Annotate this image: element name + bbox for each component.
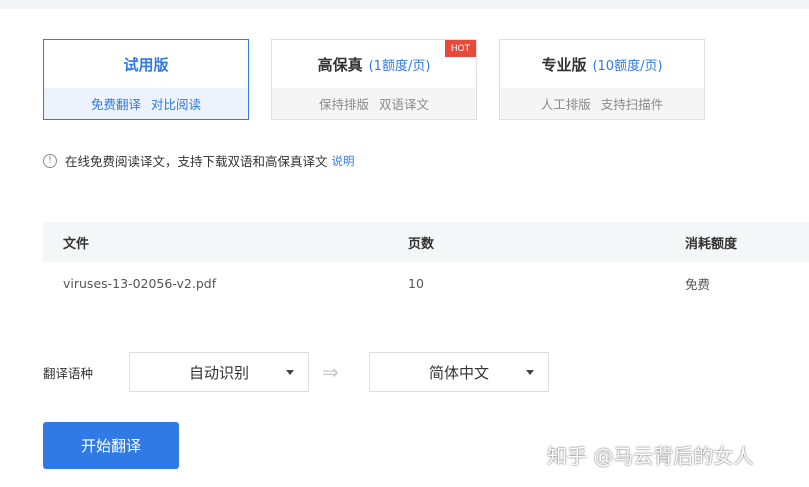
plan-features: 保持排版 双语译文 xyxy=(272,88,476,119)
column-header-credits: 消耗额度 xyxy=(685,236,738,252)
plan-features: 免费翻译 对比阅读 xyxy=(44,88,248,119)
plan-card-trial[interactable]: 试用版 免费翻译 对比阅读 xyxy=(43,39,249,120)
plan-feature: 人工排版 xyxy=(540,97,591,112)
language-label: 翻译语种 xyxy=(43,366,94,381)
source-language-select[interactable]: 自动识别 xyxy=(129,352,309,392)
page-count: 10 xyxy=(408,275,424,291)
plan-feature: 对比阅读 xyxy=(151,97,202,112)
file-name: viruses-13-02056-v2.pdf xyxy=(63,275,217,291)
plan-name: 高保真 xyxy=(317,55,363,74)
plan-feature: 免费翻译 xyxy=(90,97,141,112)
caret-down-icon xyxy=(286,370,294,375)
credit-cost: 免费 xyxy=(685,276,711,292)
plan-title: 试用版 xyxy=(44,40,248,88)
plan-title: 专业版 (10额度/页) xyxy=(500,40,704,88)
arrow-right-icon: ⇒ xyxy=(322,360,339,384)
table-header: 文件 页数 消耗额度 xyxy=(43,222,809,262)
plan-name: 试用版 xyxy=(123,55,169,74)
plan-features: 人工排版 支持扫描件 xyxy=(500,88,704,119)
plan-price: (1额度/页) xyxy=(368,58,431,74)
file-table: 文件 页数 消耗额度 viruses-13-02056-v2.pdf 10 免费 xyxy=(43,222,809,304)
column-header-file: 文件 xyxy=(63,236,90,252)
plan-feature: 双语译文 xyxy=(379,97,430,112)
notice-text: 在线免费阅读译文，支持下载双语和高保真译文 xyxy=(65,154,328,169)
notice: ! 在线免费阅读译文，支持下载双语和高保真译文 说明 xyxy=(43,151,355,170)
plan-card-professional[interactable]: 专业版 (10额度/页) 人工排版 支持扫描件 xyxy=(499,39,705,120)
start-translation-button[interactable]: 开始翻译 xyxy=(43,422,179,469)
caret-down-icon xyxy=(526,370,534,375)
notice-help-link[interactable]: 说明 xyxy=(332,153,355,169)
plan-card-high-fidelity[interactable]: HOT 高保真 (1额度/页) 保持排版 双语译文 xyxy=(271,39,477,120)
target-language-value: 简体中文 xyxy=(428,363,489,382)
target-language-select[interactable]: 简体中文 xyxy=(369,352,549,392)
column-header-pages: 页数 xyxy=(408,236,435,252)
top-bar xyxy=(0,0,809,9)
source-language-value: 自动识别 xyxy=(188,363,249,382)
table-row: viruses-13-02056-v2.pdf 10 免费 xyxy=(43,262,809,304)
watermark: 知乎 @马云背后的女人 xyxy=(547,444,754,468)
plan-price: (10额度/页) xyxy=(592,58,663,74)
info-icon: ! xyxy=(43,153,57,168)
plan-feature: 支持扫描件 xyxy=(600,97,664,112)
plan-feature: 保持排版 xyxy=(318,97,369,112)
hot-badge: HOT xyxy=(445,40,476,57)
plan-name: 专业版 xyxy=(541,55,587,74)
